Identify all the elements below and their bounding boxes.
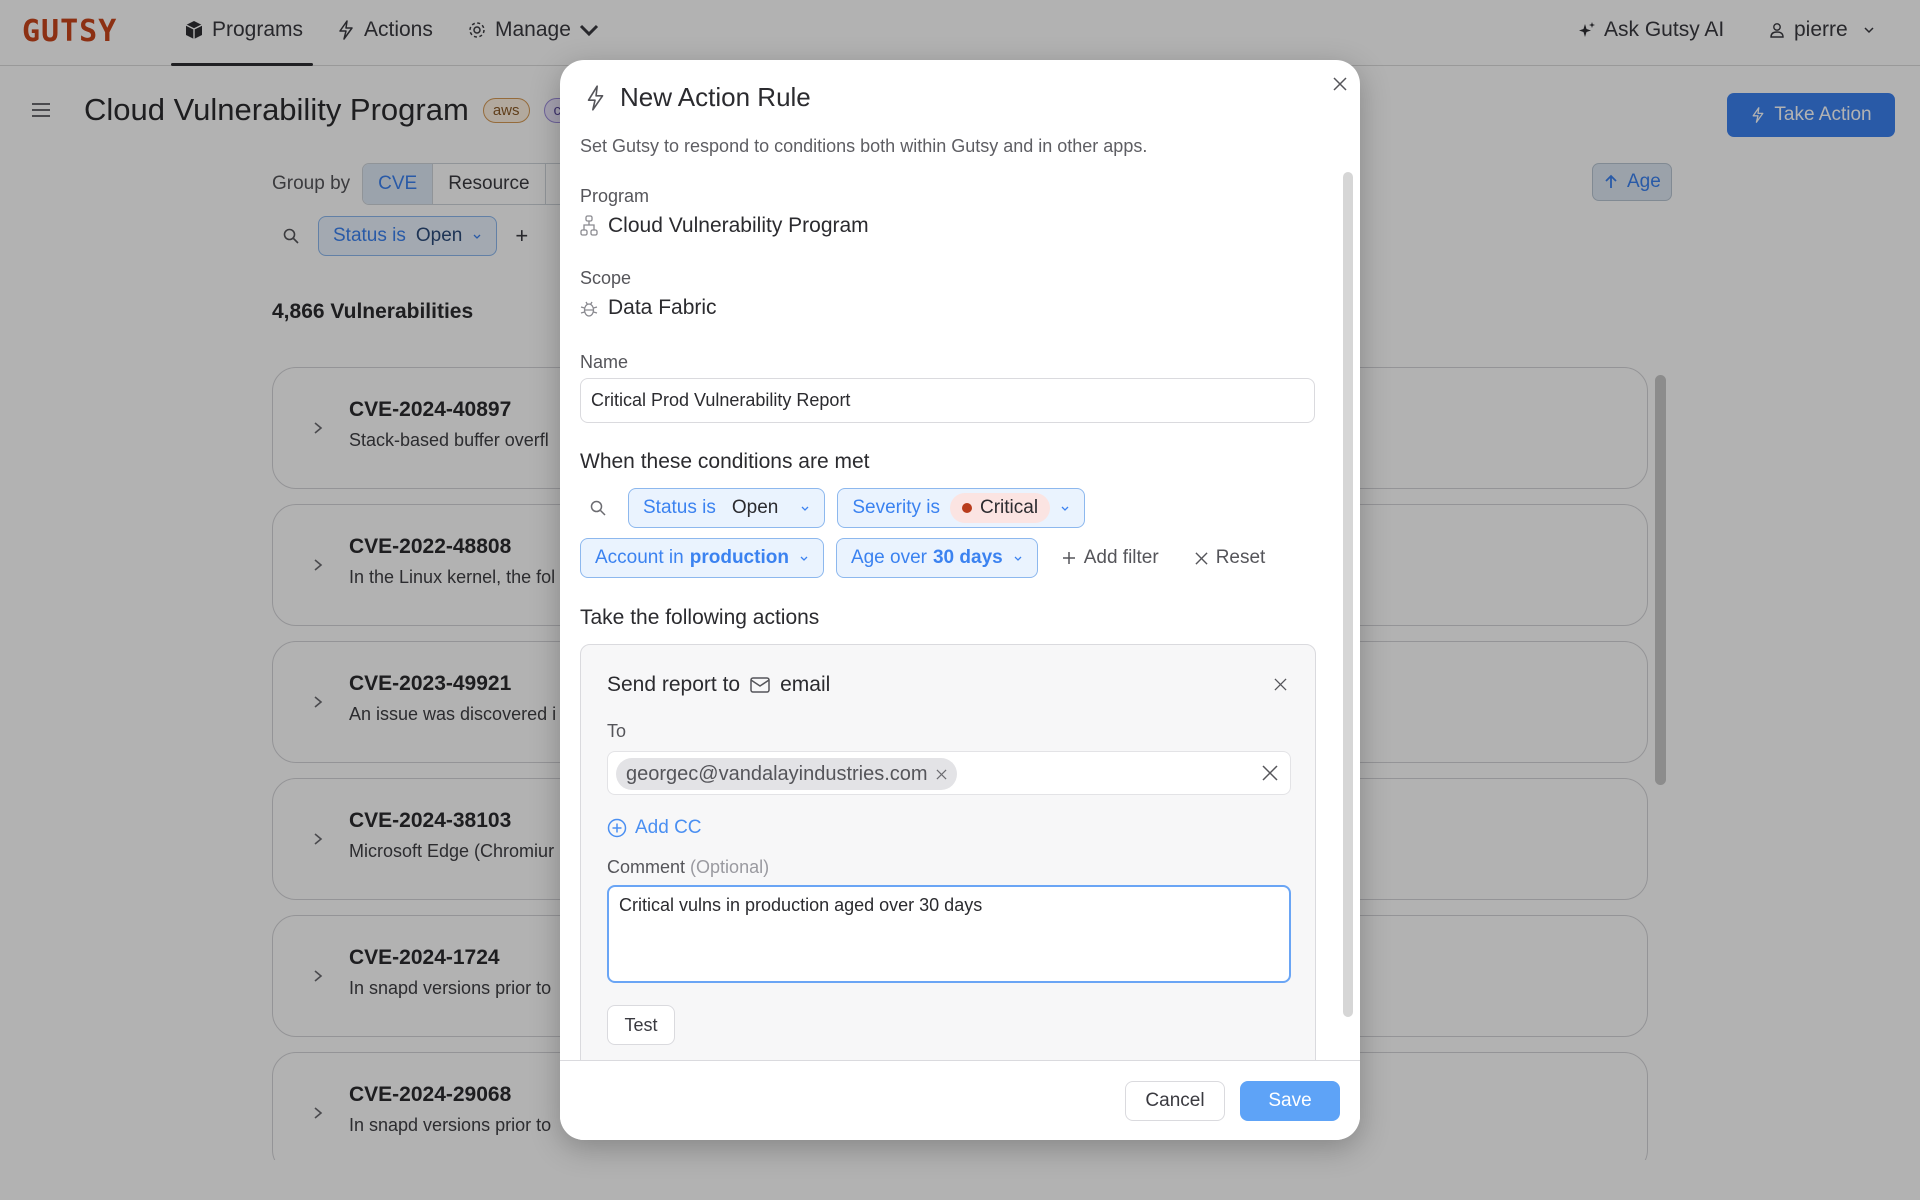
dialog-footer: Cancel Save: [560, 1060, 1360, 1140]
new-action-rule-dialog: New Action Rule Set Gutsy to respond to …: [560, 60, 1360, 1140]
chevron-down-icon: [1061, 506, 1069, 511]
plus-icon: [1062, 552, 1075, 564]
name-label: Name: [580, 352, 629, 372]
to-label: To: [607, 721, 627, 741]
add-cc-button[interactable]: Add CC: [607, 817, 702, 839]
account-condition-chip[interactable]: Account in production: [580, 538, 824, 578]
dialog-title: New Action Rule: [584, 82, 811, 113]
severity-condition-chip[interactable]: Severity is Critical: [837, 488, 1086, 528]
close-icon: [1195, 551, 1208, 565]
comment-label-text: Comment: [607, 857, 686, 877]
conditions-row-2: Account in production Age over 30 days A…: [580, 538, 1277, 578]
critical-dot-icon: [962, 503, 972, 513]
bolt-icon: [587, 84, 604, 111]
dialog-title-text: New Action Rule: [620, 82, 811, 112]
dialog-subtitle: Set Gutsy to respond to conditions both …: [580, 136, 1148, 156]
actions-heading: Take the following actions: [580, 606, 820, 629]
program-label: Program: [580, 186, 650, 206]
bug-icon: [580, 301, 598, 317]
age-condition-chip[interactable]: Age over 30 days: [835, 538, 1038, 578]
remove-recipient-icon[interactable]: [936, 768, 947, 780]
test-action-button[interactable]: Test: [607, 1005, 675, 1045]
reset-filters-button[interactable]: Reset: [1183, 547, 1278, 569]
hierarchy-icon: [580, 215, 598, 236]
recipient-email: georgec@vandalayindustries.com: [626, 762, 928, 785]
action-title: Send report to email: [607, 673, 830, 697]
severity-condition-value: Critical: [980, 497, 1039, 518]
scope-value: Data Fabric: [580, 296, 717, 320]
status-condition-key: Status is: [643, 497, 716, 518]
close-icon: [1333, 77, 1347, 91]
comment-label: Comment (Optional): [607, 857, 769, 878]
comment-textarea[interactable]: Critical vulns in production aged over 3…: [607, 885, 1291, 983]
conditions-row-1: Status is Open Severity is Critical: [580, 488, 1086, 528]
rule-name-input[interactable]: [580, 378, 1315, 423]
action-title-text: Send report to: [607, 673, 741, 696]
chevron-down-icon: [800, 556, 808, 561]
close-icon: [1273, 677, 1287, 691]
age-condition-key: Age over: [850, 547, 927, 568]
age-condition-value: 30 days: [932, 547, 1003, 568]
severity-condition-key: Severity is: [852, 497, 940, 518]
add-filter-label: Add filter: [1083, 547, 1159, 568]
add-filter-button[interactable]: Add filter: [1050, 547, 1171, 569]
comment-optional-hint: (Optional): [690, 857, 770, 877]
clear-recipients-icon[interactable]: [1260, 763, 1280, 783]
status-condition-value: Open: [731, 497, 779, 518]
search-icon: [590, 500, 606, 516]
chevron-down-icon: [1014, 556, 1022, 561]
status-condition-chip[interactable]: Status is Open: [628, 488, 826, 528]
scope-name: Data Fabric: [608, 296, 717, 319]
dialog-scrollbar[interactable]: [1343, 172, 1353, 1017]
condition-search-button[interactable]: [580, 488, 616, 528]
remove-action-button[interactable]: [1269, 673, 1291, 695]
scope-label: Scope: [580, 268, 632, 288]
save-button[interactable]: Save: [1240, 1081, 1340, 1121]
account-condition-value: production: [689, 547, 789, 568]
conditions-heading: When these conditions are met: [580, 450, 870, 473]
mail-icon: [750, 677, 770, 693]
chevron-down-icon: [801, 506, 809, 511]
program-name: Cloud Vulnerability Program: [608, 214, 869, 237]
recipient-chip: georgec@vandalayindustries.com: [616, 758, 957, 790]
recipients-input[interactable]: georgec@vandalayindustries.com: [607, 751, 1291, 795]
account-condition-key: Account in: [595, 547, 684, 568]
reset-label: Reset: [1215, 547, 1266, 568]
add-cc-label: Add CC: [635, 817, 702, 838]
plus-circle-icon: [607, 818, 627, 838]
close-dialog-button[interactable]: [1328, 72, 1352, 96]
severity-critical-pill: Critical: [950, 493, 1051, 523]
cancel-button[interactable]: Cancel: [1125, 1081, 1225, 1121]
program-value: Cloud Vulnerability Program: [580, 214, 869, 238]
action-channel: email: [780, 673, 831, 696]
